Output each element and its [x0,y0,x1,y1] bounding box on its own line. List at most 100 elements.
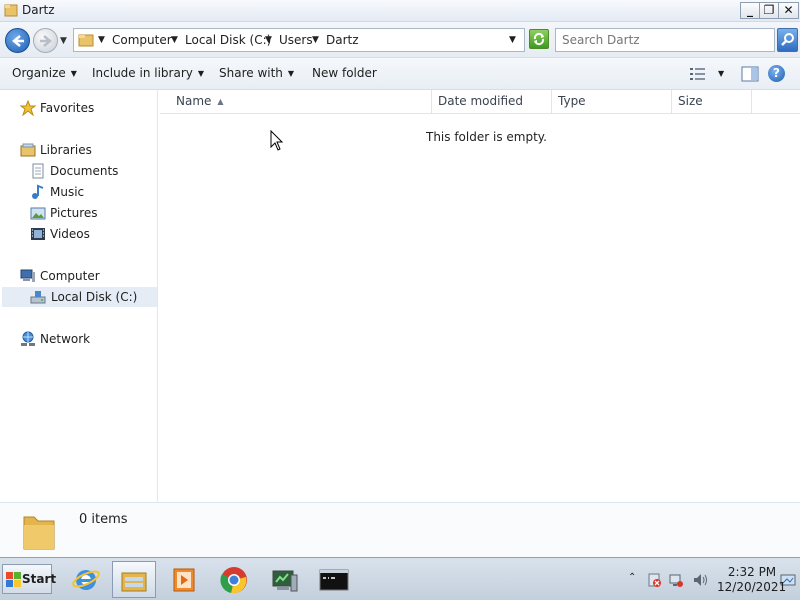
minimize-button[interactable]: _ [740,2,760,19]
search-button[interactable] [777,28,798,52]
star-icon [20,100,36,116]
address-history-dropdown[interactable]: ▼ [509,35,516,45]
column-header-size[interactable]: Size [672,90,752,114]
breadcrumb-arrow[interactable]: ▼ [171,35,178,45]
network-icon [21,331,35,346]
command-bar: Organize ▼ Include in library ▼ Share with… [0,58,800,90]
film-icon [31,228,45,240]
search-box[interactable] [555,28,775,52]
forward-button[interactable] [33,28,58,53]
arrow-left-icon [12,35,24,47]
empty-folder-message: This folder is empty. [426,130,547,144]
close-button[interactable]: ✕ [778,2,799,19]
help-button[interactable]: ? [768,65,785,82]
folder-icon [4,4,18,17]
address-bar[interactable]: ▼ Computer ▼ Local Disk (C:) ▼ Users ▼ D… [73,28,525,52]
taskbar-app-media-player[interactable] [162,561,206,598]
maximize-button[interactable]: ❐ [759,2,779,19]
view-options-icon[interactable] [690,67,708,81]
new-folder-button[interactable]: New folder [312,66,377,80]
taskbar-app-internet-explorer[interactable] [64,561,108,598]
navigation-pane: Favorites Libraries Documents Music Pict… [0,90,158,502]
taskbar-app-chrome[interactable] [212,561,256,598]
start-button[interactable]: Start [2,564,56,594]
sidebar-item-documents[interactable]: Documents [30,161,150,181]
organize-menu[interactable]: Organize ▼ [12,66,77,80]
breadcrumb-local-disk[interactable]: Local Disk (C:) [185,33,271,47]
breadcrumb-dartz[interactable]: Dartz [326,33,359,47]
sidebar-item-pictures[interactable]: Pictures [30,203,150,223]
item-count: 0 items [79,512,128,527]
breadcrumb-arrow[interactable]: ▼ [265,35,272,45]
preview-pane-icon[interactable] [741,66,759,82]
sidebar-item-label: Computer [40,269,100,283]
music-note-icon [32,184,44,199]
refresh-button[interactable] [529,29,549,49]
hard-drive-icon [30,291,46,304]
taskbar-app-windows-explorer[interactable] [112,561,156,598]
explorer-folders-icon [121,572,147,592]
computer-icon [20,269,35,282]
sidebar-item-local-disk[interactable]: Local Disk (C:) [2,287,157,307]
column-header-type[interactable]: Type [552,90,672,114]
sidebar-item-favorites[interactable]: Favorites [20,98,150,118]
taskbar-app-server-manager[interactable] [262,561,306,598]
libraries-icon [20,143,36,157]
column-header-date-modified[interactable]: Date modified [432,90,552,114]
address-row: ▼ ▼ Computer ▼ Local Disk (C:) ▼ Users ▼… [0,22,800,58]
sidebar-item-network[interactable]: Network [20,329,150,349]
chevron-down-icon: ▼ [287,69,295,78]
mouse-cursor-icon [270,130,284,151]
taskbar-app-command-prompt[interactable] [312,561,356,598]
media-player-icon [173,568,195,592]
search-icon [781,33,794,46]
sidebar-item-label: Network [40,332,91,346]
folder-icon [78,34,94,47]
sidebar-item-label: Videos [50,227,90,241]
include-in-library-menu[interactable]: Include in library ▼ [92,66,204,80]
sidebar-item-computer[interactable]: Computer [20,266,150,286]
details-pane: 0 items [0,502,800,557]
internet-explorer-icon [72,570,100,590]
volume-icon[interactable] [692,572,708,588]
breadcrumb-arrow[interactable]: ▼ [98,35,105,45]
clock-date[interactable]: 12/20/2021 [717,580,786,594]
breadcrumb-computer[interactable]: Computer [112,33,172,47]
column-headers: Name ▲ Date modified Type Size [160,90,800,114]
sidebar-item-label: Favorites [40,101,95,115]
action-center-icon[interactable] [646,572,662,588]
sidebar-item-label: Local Disk (C:) [51,290,138,304]
documents-icon [32,163,44,179]
sidebar-item-label: Documents [50,164,119,178]
network-status-icon[interactable] [668,572,684,588]
windows-logo-icon [6,572,21,587]
include-in-library-label: Include in library [92,66,193,80]
file-list[interactable]: Name ▲ Date modified Type Size This folde… [160,90,800,502]
sidebar-item-libraries[interactable]: Libraries [20,140,150,160]
sidebar-item-label: Pictures [50,206,98,220]
sidebar-item-label: Libraries [40,143,92,157]
view-dropdown[interactable]: ▼ [718,69,724,78]
recent-pages-dropdown[interactable]: ▼ [60,36,67,46]
sort-ascending-icon: ▲ [217,97,224,106]
refresh-icon [533,32,545,46]
command-prompt-icon [319,569,349,591]
pictures-icon [30,207,46,220]
breadcrumb-users[interactable]: Users [279,33,313,47]
show-hidden-icons-button[interactable]: ⌃ [628,572,636,583]
breadcrumb-arrow[interactable]: ▼ [312,35,319,45]
arrow-right-icon [40,35,52,47]
start-label: Start [22,572,57,586]
column-header-label: Name [176,94,212,108]
search-input[interactable] [562,33,762,47]
server-manager-icon [272,570,298,592]
sidebar-item-music[interactable]: Music [30,182,150,202]
chevron-down-icon: ▼ [197,69,205,78]
column-header-name[interactable]: Name ▲ [170,90,432,114]
clock-time[interactable]: 2:32 PM [727,565,777,579]
organize-label: Organize [12,66,66,80]
taskbar: Start ⌃ [0,557,800,600]
back-button[interactable] [5,28,30,53]
sidebar-item-videos[interactable]: Videos [30,224,150,244]
share-with-menu[interactable]: Share with ▼ [219,66,294,80]
